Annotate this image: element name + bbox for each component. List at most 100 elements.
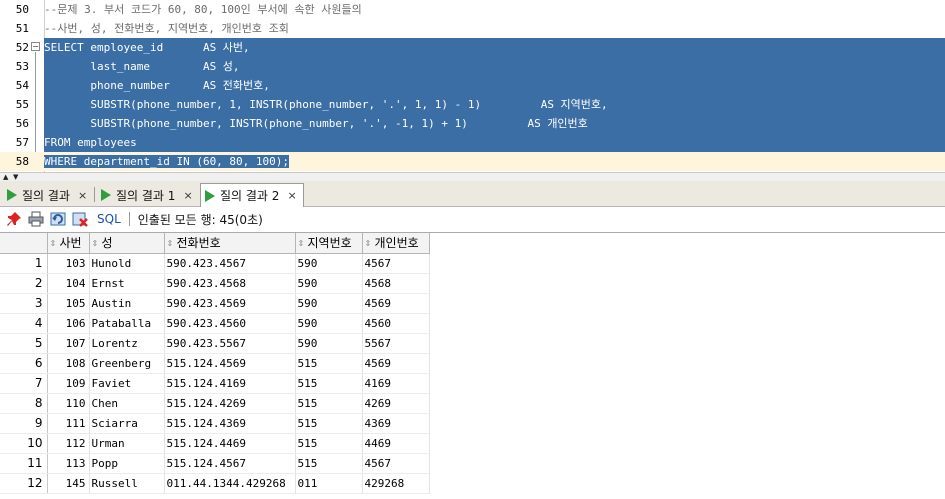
code-text[interactable]: SUBSTR(phone_number, INSTR(phone_number,… bbox=[44, 114, 945, 133]
cell[interactable]: Popp bbox=[89, 453, 165, 474]
row-number[interactable]: 10 bbox=[0, 433, 48, 454]
code-text[interactable]: FROM employees bbox=[44, 133, 945, 152]
sql-link[interactable]: SQL bbox=[97, 212, 121, 226]
cell[interactable]: 4567 bbox=[362, 453, 430, 474]
row-number[interactable]: 2 bbox=[0, 273, 48, 294]
cell[interactable]: Austin bbox=[89, 293, 165, 314]
sort-icon[interactable]: ⇕ bbox=[92, 239, 102, 248]
cell[interactable]: 590.423.4569 bbox=[164, 293, 296, 314]
row-number[interactable]: 6 bbox=[0, 353, 48, 374]
cell[interactable]: Ernst bbox=[89, 273, 165, 294]
table-row[interactable]: 5 107 Lorentz 590.423.5567 590 5567 bbox=[0, 333, 430, 354]
cell[interactable]: 4560 bbox=[362, 313, 430, 334]
cell[interactable]: 515 bbox=[295, 353, 363, 374]
row-number[interactable]: 5 bbox=[0, 333, 48, 354]
cell[interactable]: 4269 bbox=[362, 393, 430, 414]
cell[interactable]: 4369 bbox=[362, 413, 430, 434]
result-grid[interactable]: ⇕ 사번 ⇕ 성 ⇕ 전화번호 ⇕ 지역번호 ⇕ 개인번호 1 103 Hunold 590.4… bbox=[0, 232, 945, 499]
row-number[interactable]: 11 bbox=[0, 453, 48, 474]
collapse-up-icon[interactable]: ▲ bbox=[3, 174, 8, 181]
cell[interactable]: Urman bbox=[89, 433, 165, 454]
table-row[interactable]: 9 111 Sciarra 515.124.4369 515 4369 bbox=[0, 413, 430, 434]
tab-query-result-2[interactable]: 질의 결과 2 × bbox=[200, 183, 304, 207]
sort-icon[interactable]: ⇕ bbox=[365, 239, 375, 248]
column-header-personal-number[interactable]: ⇕ 개인번호 bbox=[362, 233, 430, 254]
fold-toggle-icon[interactable]: − bbox=[31, 42, 40, 51]
editor-line[interactable]: 57 FROM employees bbox=[0, 133, 945, 152]
cell[interactable]: Sciarra bbox=[89, 413, 165, 434]
sort-icon[interactable]: ⇕ bbox=[167, 239, 177, 248]
cell[interactable]: 515 bbox=[295, 393, 363, 414]
cell[interactable]: 4569 bbox=[362, 353, 430, 374]
cell[interactable]: 145 bbox=[47, 473, 90, 494]
close-icon[interactable]: × bbox=[183, 189, 192, 202]
close-icon[interactable]: × bbox=[78, 189, 87, 202]
cell[interactable]: 113 bbox=[47, 453, 90, 474]
table-row[interactable]: 12 145 Russell 011.44.1344.429268 011 429268 bbox=[0, 473, 430, 494]
code-text[interactable]: WHERE department_id IN (60, 80, 100); bbox=[44, 152, 291, 171]
cell[interactable]: 112 bbox=[47, 433, 90, 454]
row-number[interactable]: 3 bbox=[0, 293, 48, 314]
delete-icon[interactable] bbox=[72, 211, 88, 227]
cell[interactable]: 515.124.4369 bbox=[164, 413, 296, 434]
editor-line[interactable]: 50 --문제 3. 부서 코드가 60, 80, 100인 부서에 속한 사원… bbox=[0, 0, 945, 19]
cell[interactable]: 515.124.4567 bbox=[164, 453, 296, 474]
cell[interactable]: 4568 bbox=[362, 273, 430, 294]
cell[interactable]: Lorentz bbox=[89, 333, 165, 354]
column-header-area-code[interactable]: ⇕ 지역번호 bbox=[295, 233, 363, 254]
cell[interactable]: 109 bbox=[47, 373, 90, 394]
editor-line[interactable]: 54 phone_number AS 전화번호, bbox=[0, 76, 945, 95]
cell[interactable]: 515.124.4469 bbox=[164, 433, 296, 454]
column-header-last-name[interactable]: ⇕ 성 bbox=[89, 233, 165, 254]
cell[interactable]: 429268 bbox=[362, 473, 430, 494]
cell[interactable]: 111 bbox=[47, 413, 90, 434]
pin-icon[interactable] bbox=[6, 211, 22, 227]
collapse-down-icon[interactable]: ▼ bbox=[13, 174, 18, 181]
cell[interactable]: 011.44.1344.429268 bbox=[164, 473, 296, 494]
cell[interactable]: 4469 bbox=[362, 433, 430, 454]
cell[interactable]: Hunold bbox=[89, 253, 165, 274]
cell[interactable]: 104 bbox=[47, 273, 90, 294]
editor-line[interactable]: 55 SUBSTR(phone_number, 1, INSTR(phone_n… bbox=[0, 95, 945, 114]
editor-line[interactable]: 51 --사번, 성, 전화번호, 지역번호, 개인번호 조회 bbox=[0, 19, 945, 38]
row-number[interactable]: 1 bbox=[0, 253, 48, 274]
cell[interactable]: 106 bbox=[47, 313, 90, 334]
tab-query-result[interactable]: 질의 결과 × bbox=[3, 184, 93, 206]
cell[interactable]: 515 bbox=[295, 453, 363, 474]
cell[interactable]: 515 bbox=[295, 373, 363, 394]
editor-line[interactable]: 52 − SELECT employee_id AS 사번, bbox=[0, 38, 945, 57]
cell[interactable]: 590 bbox=[295, 333, 363, 354]
cell[interactable]: 103 bbox=[47, 253, 90, 274]
cell[interactable]: 590.423.4567 bbox=[164, 253, 296, 274]
cell[interactable]: 590.423.4560 bbox=[164, 313, 296, 334]
cell[interactable]: 515.124.4269 bbox=[164, 393, 296, 414]
cell[interactable]: 108 bbox=[47, 353, 90, 374]
table-row[interactable]: 7 109 Faviet 515.124.4169 515 4169 bbox=[0, 373, 430, 394]
cell[interactable]: Faviet bbox=[89, 373, 165, 394]
column-header-phone[interactable]: ⇕ 전화번호 bbox=[164, 233, 296, 254]
code-text[interactable]: last_name AS 성, bbox=[44, 57, 945, 76]
table-row[interactable]: 2 104 Ernst 590.423.4568 590 4568 bbox=[0, 273, 430, 294]
cell[interactable]: 5567 bbox=[362, 333, 430, 354]
row-number[interactable]: 7 bbox=[0, 373, 48, 394]
sort-icon[interactable]: ⇕ bbox=[298, 239, 308, 248]
cell[interactable]: Pataballa bbox=[89, 313, 165, 334]
cell[interactable]: Chen bbox=[89, 393, 165, 414]
print-icon[interactable] bbox=[28, 211, 44, 227]
table-row[interactable]: 11 113 Popp 515.124.4567 515 4567 bbox=[0, 453, 430, 474]
refresh-icon[interactable] bbox=[50, 211, 66, 227]
cell[interactable]: 590 bbox=[295, 273, 363, 294]
cell[interactable]: 107 bbox=[47, 333, 90, 354]
cell[interactable]: 110 bbox=[47, 393, 90, 414]
cell[interactable]: Greenberg bbox=[89, 353, 165, 374]
cell[interactable]: 105 bbox=[47, 293, 90, 314]
cell[interactable]: 011 bbox=[295, 473, 363, 494]
row-number[interactable]: 8 bbox=[0, 393, 48, 414]
cell[interactable]: 590.423.5567 bbox=[164, 333, 296, 354]
code-text[interactable]: --사번, 성, 전화번호, 지역번호, 개인번호 조회 bbox=[44, 19, 945, 38]
cell[interactable]: 515.124.4569 bbox=[164, 353, 296, 374]
code-text[interactable]: SUBSTR(phone_number, 1, INSTR(phone_numb… bbox=[44, 95, 945, 114]
column-header-employee-id[interactable]: ⇕ 사번 bbox=[47, 233, 90, 254]
cell[interactable]: 590 bbox=[295, 293, 363, 314]
table-row[interactable]: 3 105 Austin 590.423.4569 590 4569 bbox=[0, 293, 430, 314]
